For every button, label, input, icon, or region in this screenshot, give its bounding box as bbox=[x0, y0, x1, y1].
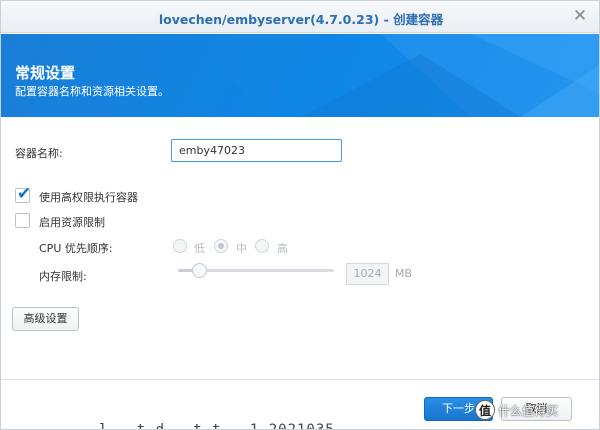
cpu-priority-medium-label: 中 bbox=[236, 242, 247, 255]
title-bar: lovechen/embyserver(4.7.0.23) - 创建容器 ✕ bbox=[1, 1, 599, 33]
window-title: lovechen/embyserver(4.7.0.23) - 创建容器 bbox=[158, 12, 444, 27]
footer-divider bbox=[1, 379, 599, 380]
create-container-dialog: lovechen/embyserver(4.7.0.23) - 创建容器 ✕ 常… bbox=[0, 0, 600, 430]
background-window-text: l . t d . t t . 1 2021035 . bbox=[99, 422, 354, 430]
cpu-priority-high-radio[interactable] bbox=[255, 239, 269, 253]
container-name-label: 容器名称: bbox=[15, 147, 63, 160]
privileged-label: 使用高权限执行容器 bbox=[39, 191, 138, 204]
form-content: 容器名称: ✔ 使用高权限执行容器 启用资源限制 CPU 优先顺序: 低 中 高… bbox=[1, 118, 599, 429]
cpu-priority-medium-radio[interactable] bbox=[214, 239, 228, 253]
privileged-checkbox[interactable]: ✔ bbox=[15, 184, 31, 204]
cpu-priority-high-label: 高 bbox=[277, 242, 288, 255]
memory-unit: MB bbox=[395, 267, 413, 280]
close-icon[interactable]: ✕ bbox=[571, 7, 589, 25]
memory-limit-input[interactable]: 1024 bbox=[346, 263, 389, 285]
cpu-priority-label: CPU 优先顺序: bbox=[39, 242, 113, 255]
memory-limit-label: 内存限制: bbox=[39, 270, 87, 283]
banner-title: 常规设置 bbox=[15, 64, 76, 82]
header-banner: 常规设置 配置容器名称和资源相关设置。 bbox=[1, 34, 599, 117]
watermark-badge: 值 bbox=[475, 400, 495, 420]
resource-limit-label: 启用资源限制 bbox=[39, 216, 105, 229]
resource-limit-checkbox[interactable] bbox=[15, 213, 30, 228]
cpu-priority-low-label: 低 bbox=[194, 242, 205, 255]
watermark: 值 什么值得买 bbox=[475, 399, 558, 421]
checkmark-icon: ✔ bbox=[17, 184, 32, 204]
banner-subtitle: 配置容器名称和资源相关设置。 bbox=[15, 85, 169, 98]
watermark-text: 什么值得买 bbox=[498, 403, 559, 418]
container-name-input[interactable] bbox=[171, 139, 342, 162]
memory-slider-thumb[interactable] bbox=[192, 263, 207, 278]
cpu-priority-low-radio[interactable] bbox=[173, 239, 187, 253]
advanced-settings-button[interactable]: 高级设置 bbox=[12, 307, 79, 331]
banner-decoration bbox=[201, 34, 599, 117]
